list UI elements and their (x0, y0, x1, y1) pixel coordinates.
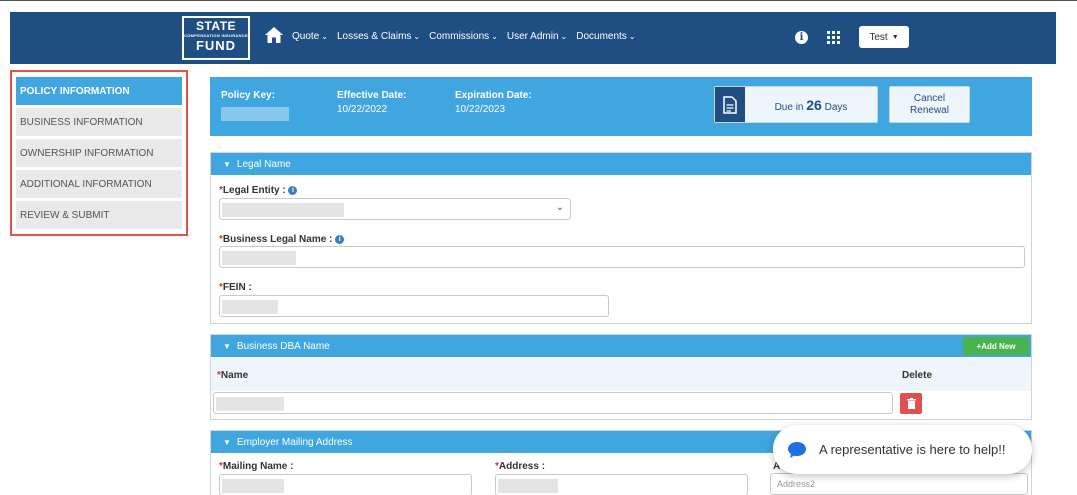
help-icon[interactable]: i (335, 234, 345, 244)
chevron-down-icon: ⌄ (628, 32, 636, 41)
sidebar-item-additional-information[interactable]: ADDITIONAL INFORMATION (16, 170, 182, 198)
sidebar-item-review-submit[interactable]: REVIEW & SUBMIT (16, 201, 182, 229)
mailing-name-label: *Mailing Name : (219, 461, 294, 472)
apps-grid-icon[interactable] (827, 31, 840, 44)
chevron-down-icon: ▼ (223, 341, 231, 351)
trash-icon (906, 398, 916, 409)
menu-user-admin[interactable]: User Admin ⌄ (507, 31, 567, 42)
due-in-days-badge[interactable]: Due in 26 Days (714, 86, 878, 123)
menu-documents[interactable]: Documents ⌄ (576, 31, 635, 42)
address-input[interactable] (495, 474, 748, 495)
main-menu: Quote ⌄ Losses & Claims ⌄ Commissions ⌄ Use… (292, 31, 636, 42)
legal-entity-select[interactable]: ⌄ (219, 198, 571, 220)
dba-name-input[interactable] (213, 392, 893, 414)
policy-key-value-redacted (221, 107, 289, 121)
info-icon[interactable]: i (795, 31, 808, 44)
chevron-down-icon: ▼ (223, 159, 231, 169)
address2-input[interactable]: Address2 (770, 473, 1028, 495)
business-dba-header[interactable]: ▼ Business DBA Name +Add New (211, 335, 1031, 357)
expiration-date: Expiration Date: 10/22/2023 (455, 90, 532, 115)
business-dba-panel: ▼ Business DBA Name +Add New *Name Delet… (210, 334, 1032, 420)
fein-label: *FEIN : (219, 282, 252, 293)
policy-summary-bar: Policy Key: Effective Date: 10/22/2022 E… (210, 77, 1032, 136)
chevron-down-icon: ▼ (223, 437, 231, 447)
chevron-down-icon: ⌄ (555, 202, 564, 213)
legal-name-panel: ▼ Legal Name *Legal Entity : i ⌄ *Busine… (210, 152, 1032, 324)
mailing-name-input[interactable] (219, 474, 472, 495)
sidebar-item-ownership-information[interactable]: OWNERSHIP INFORMATION (16, 139, 182, 167)
top-border (0, 0, 1077, 1)
chevron-down-icon: ⌄ (321, 32, 328, 41)
dba-name-column: *Name (217, 370, 249, 381)
effective-date: Effective Date: 10/22/2022 (337, 90, 407, 115)
cancel-renewal-button[interactable]: Cancel Renewal (889, 86, 970, 123)
menu-commissions[interactable]: Commissions ⌄ (429, 31, 498, 42)
help-icon[interactable]: i (288, 185, 298, 195)
chevron-down-icon: ⌄ (413, 32, 421, 41)
business-legal-name-input[interactable] (219, 246, 1025, 268)
logo[interactable]: STATE COMPENSATION INSURANCE FUND (182, 16, 250, 60)
sidebar: POLICY INFORMATION BUSINESS INFORMATION … (10, 70, 188, 236)
menu-quote[interactable]: Quote ⌄ (292, 31, 328, 42)
address-label: *Address : (495, 461, 546, 472)
chevron-down-icon: ⌄ (560, 32, 568, 41)
fein-input[interactable] (219, 295, 609, 317)
chat-widget[interactable]: A representative is here to help!! (773, 425, 1032, 474)
document-icon (715, 87, 745, 122)
user-menu-button[interactable]: Test ▼ (859, 26, 909, 48)
sidebar-item-business-information[interactable]: BUSINESS INFORMATION (16, 108, 182, 136)
policy-key: Policy Key: (221, 90, 289, 121)
legal-name-header[interactable]: ▼ Legal Name (211, 153, 1031, 175)
legal-entity-label: *Legal Entity : i (219, 185, 298, 196)
top-navbar: STATE COMPENSATION INSURANCE FUND Quote ⌄… (10, 12, 1056, 64)
chevron-down-icon: ⌄ (491, 32, 498, 41)
delete-dba-button[interactable] (900, 393, 922, 414)
sidebar-item-policy-information[interactable]: POLICY INFORMATION (16, 77, 182, 105)
home-icon[interactable] (264, 26, 284, 44)
caret-down-icon: ▼ (891, 33, 899, 41)
dba-delete-column: Delete (902, 370, 933, 381)
chat-bubble-icon (788, 441, 806, 458)
business-legal-name-label: *Business Legal Name : i (219, 234, 345, 245)
add-new-button[interactable]: +Add New (963, 337, 1029, 355)
menu-losses-claims[interactable]: Losses & Claims ⌄ (337, 31, 420, 42)
